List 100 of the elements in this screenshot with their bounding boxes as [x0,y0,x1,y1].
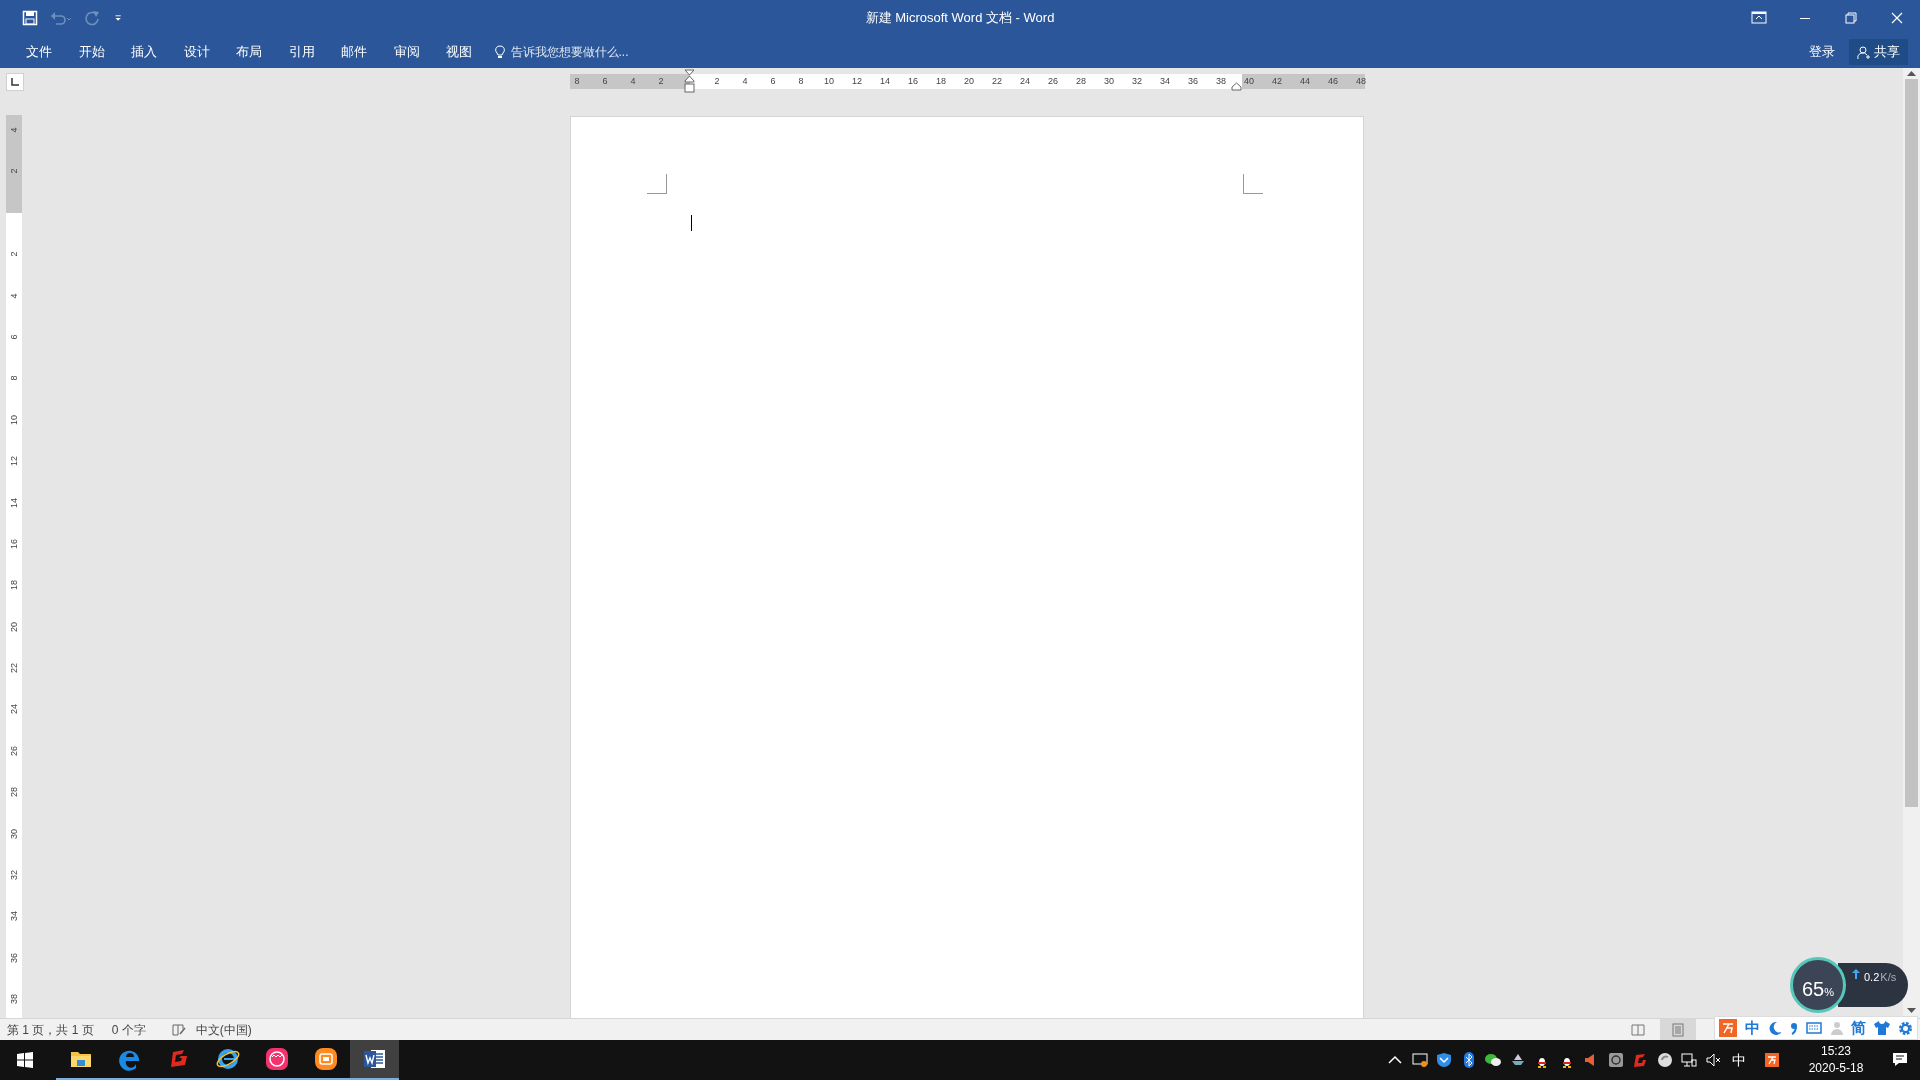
ruler-number: 18 [936,76,946,86]
script-toggle[interactable]: 简 [1850,1016,1866,1040]
speed-ball[interactable]: 65% [1790,957,1846,1013]
ruler-number: 26 [8,744,20,757]
input-method-logo-icon[interactable] [1764,1052,1780,1068]
restore-icon[interactable] [1844,11,1858,25]
swoosh-logo-icon[interactable] [1632,1052,1649,1068]
tab-selector[interactable] [6,73,24,91]
share-button[interactable]: 共享 [1849,38,1908,66]
ruler-number: 42 [1272,76,1282,86]
ruler-number: 26 [1048,76,1058,86]
percent-unit: % [1824,986,1834,1000]
clock-time[interactable]: 15:23 [1821,1043,1851,1060]
ribbon-tab[interactable]: 插入 [119,38,169,66]
scroll-down-icon[interactable] [1907,1008,1916,1014]
ruler-number: 24 [1020,76,1030,86]
chat-bubbles-icon[interactable] [1485,1052,1502,1068]
print-layout-icon [1671,1022,1685,1037]
ruler-number: 36 [1188,76,1198,86]
app-tile-icon[interactable] [1607,1052,1624,1068]
ruler-number: 34 [8,910,20,923]
ruler-number: 8 [574,76,580,86]
ruler-number: 2 [658,76,664,86]
language-label[interactable]: 中文(中国) [195,1020,252,1039]
settings-icon[interactable] [1897,1020,1913,1036]
ruler-number: 8 [798,76,804,86]
ribbon-tab[interactable]: 布局 [224,38,274,66]
ruler-number: 30 [1104,76,1114,86]
indent-marker-icon[interactable] [684,69,695,95]
margin-corner-mark [647,174,667,194]
camera-app-icon [264,1047,289,1071]
ruler-number: 28 [8,786,20,799]
taskbar-app[interactable] [350,1040,399,1080]
scrollbar[interactable] [1903,68,1920,1018]
ruler-number: 4 [630,76,636,86]
monitor-icon[interactable] [1411,1052,1428,1068]
ruler-number: 36 [8,951,20,964]
ribbon-tab[interactable]: 设计 [171,38,222,66]
tell-me-field[interactable]: 告诉我您想要做什么... [508,42,659,62]
ruler-number: 6 [770,76,776,86]
ribbon-tab[interactable]: 审阅 [381,38,432,66]
ribbon-tab[interactable]: 文件 [14,38,64,66]
word-logo-icon [362,1047,387,1071]
ruler-number: 6 [602,76,608,86]
punctuation-icon[interactable] [1790,1021,1799,1035]
network-icon[interactable] [1681,1052,1698,1068]
ruler-number: 4 [8,292,20,301]
window-app-icon [313,1047,338,1071]
ruler-number: 38 [8,993,20,1006]
person-icon [1857,45,1870,59]
keyboard-icon[interactable] [1806,1022,1823,1034]
windows-logo-icon [16,1052,33,1068]
sign-in-link[interactable]: 登录 [1809,42,1835,62]
ruler-number: 34 [1160,76,1170,86]
ruler-number: 28 [1076,76,1086,86]
ruler-number: 16 [908,76,918,86]
ruler-number: 44 [1300,76,1310,86]
ruler-number: 18 [8,579,20,592]
ruler-number: 24 [8,703,20,716]
ruler-number: 6 [8,333,20,342]
left-tab-icon [11,78,19,86]
ime-indicator[interactable]: 中 [1726,1049,1752,1071]
page-count: 第 1 页，共 1 页 [7,1021,94,1039]
ruler-number: 4 [8,126,20,135]
right-indent-marker-icon[interactable] [1231,82,1242,91]
ruler-number: 48 [1356,76,1366,86]
ruler-number: 10 [8,413,20,426]
ie-logo-icon [215,1047,240,1071]
word-count: 0 个字 [111,1021,146,1039]
muted-speaker-icon[interactable] [1705,1052,1722,1068]
ribbon-tab[interactable]: 视图 [434,38,484,66]
scroll-up-icon[interactable] [1907,70,1916,76]
ribbon-tab[interactable]: 开始 [66,38,117,66]
ruler-number: 22 [992,76,1002,86]
notification-icon[interactable] [1892,1052,1908,1068]
proofing-icon[interactable] [171,1023,186,1036]
ruler-number: 32 [1132,76,1142,86]
shirt-icon[interactable] [1873,1021,1890,1035]
ruler-number: 20 [8,620,20,633]
close-icon[interactable] [1890,11,1904,25]
window-title: 新建 Microsoft Word 文档 - Word [865,10,1055,26]
ruler-number: 2 [8,250,20,259]
ribbon-tab[interactable]: 邮件 [329,38,379,66]
ime-mode-toggle[interactable]: 中 [1745,1016,1761,1040]
shield-icon[interactable] [1436,1052,1453,1068]
ribbon-tab[interactable]: 引用 [276,38,327,66]
input-method-logo-icon[interactable] [1719,1019,1738,1037]
ruler-number: 14 [880,76,890,86]
ruler-number: 38 [1216,76,1226,86]
moon-icon[interactable] [1768,1021,1783,1035]
upload-speed: 0.2 [1864,970,1880,985]
percent-value: 65 [1802,977,1825,1002]
ruler-number: 4 [742,76,748,86]
ruler-number: 46 [1328,76,1338,86]
ruler-number: 30 [8,827,20,840]
upload-arrow-icon [1852,969,1860,979]
ribbon-display-icon[interactable] [1751,11,1767,25]
clock-date[interactable]: 2020-5-18 [1808,1060,1864,1077]
disc-icon[interactable] [1656,1052,1673,1068]
save-icon[interactable] [22,10,38,26]
